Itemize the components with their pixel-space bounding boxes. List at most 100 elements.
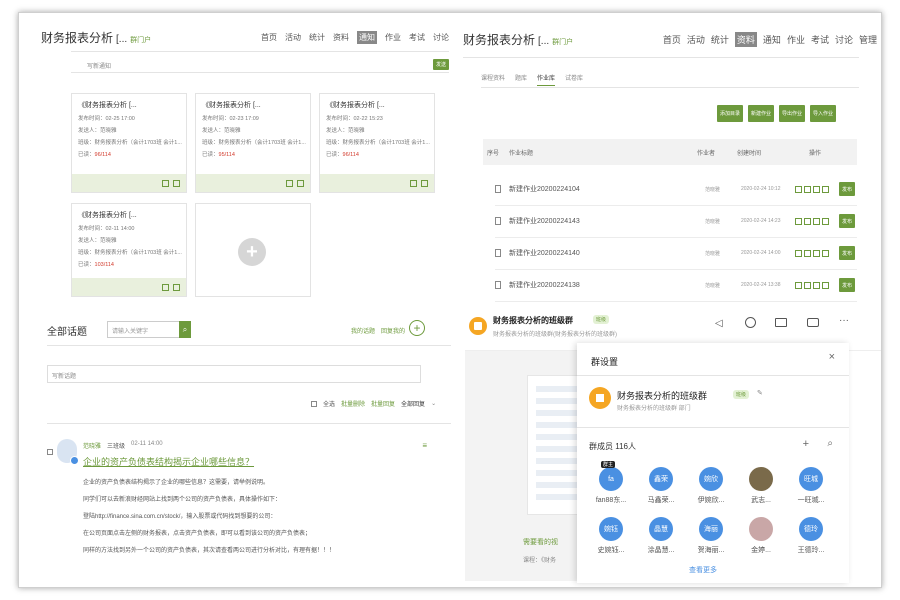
search-members-icon[interactable]: ⌕ xyxy=(827,438,833,449)
share-icon[interactable] xyxy=(813,185,820,193)
megaphone-icon[interactable]: ◁ xyxy=(715,318,723,329)
delete-icon[interactable] xyxy=(173,283,180,291)
share-icon[interactable] xyxy=(813,281,820,289)
card-title[interactable]: 《财务报表分析 [... xyxy=(78,210,186,220)
member[interactable]: 武志... xyxy=(741,467,781,505)
nav-item[interactable]: 通知 xyxy=(357,30,377,44)
all-replies-dropdown[interactable]: 全部回复 xyxy=(401,399,425,408)
delete-icon[interactable] xyxy=(297,179,304,187)
row-title[interactable]: 新建作业20200224140 xyxy=(509,248,705,258)
select-all-checkbox[interactable] xyxy=(311,400,317,407)
camera-icon[interactable] xyxy=(807,318,819,327)
add-topic-icon[interactable]: + xyxy=(409,320,425,336)
post-checkbox[interactable] xyxy=(47,449,53,455)
edit-icon[interactable] xyxy=(795,249,802,257)
post-author[interactable]: 范晓雅 xyxy=(83,441,101,450)
subtab[interactable]: 题库 xyxy=(515,73,527,86)
member[interactable]: 婉欣 伊婉欣... xyxy=(691,467,731,505)
copy-icon[interactable] xyxy=(804,185,811,193)
action-button[interactable]: 导出作业 xyxy=(779,105,805,122)
nav-item[interactable]: 资料 xyxy=(734,31,757,47)
subtab[interactable]: 作业库 xyxy=(537,73,556,86)
nav-item[interactable]: 讨论 xyxy=(835,33,853,46)
publish-button[interactable]: 发布 xyxy=(839,278,855,292)
right-crumb[interactable]: 群门户 xyxy=(552,37,573,47)
nav-item[interactable]: 首页 xyxy=(261,32,277,43)
action-button[interactable]: 添加目录 xyxy=(717,105,743,122)
nav-item[interactable]: 活动 xyxy=(687,33,705,46)
copy-icon[interactable] xyxy=(804,281,811,289)
copy-icon[interactable] xyxy=(804,217,811,225)
card-title[interactable]: 《财务报表分析 [... xyxy=(202,100,310,110)
my-topics-link[interactable]: 我的话题 xyxy=(351,326,375,335)
batch-delete-link[interactable]: 批量删除 xyxy=(341,399,365,408)
nav-item[interactable]: 考试 xyxy=(409,32,425,43)
nav-item[interactable]: 资料 xyxy=(333,32,349,43)
edit-icon[interactable] xyxy=(162,283,169,291)
notice-card[interactable]: 《财务报表分析 [... 发布时间：02-25 17:00 发送人：范晓雅 班级：财务… xyxy=(71,93,187,193)
delete-icon[interactable] xyxy=(173,179,180,187)
nav-item[interactable]: 讨论 xyxy=(433,32,449,43)
edit-icon[interactable] xyxy=(162,179,169,187)
post-title[interactable]: 企业的资产负债表结构揭示企业哪些信息？ xyxy=(83,455,254,468)
nav-item[interactable]: 活动 xyxy=(285,32,301,43)
add-member-icon[interactable]: + xyxy=(803,438,809,450)
edit-icon[interactable] xyxy=(410,179,417,187)
batch-reply-link[interactable]: 批量回复 xyxy=(371,399,395,408)
nav-item[interactable]: 统计 xyxy=(711,33,729,46)
nav-item[interactable]: 考试 xyxy=(811,33,829,46)
more-icon[interactable]: ··· xyxy=(839,315,849,326)
member[interactable]: 鑫荣 马鑫荣... xyxy=(641,467,681,505)
copy-icon[interactable] xyxy=(804,249,811,257)
folder-icon[interactable] xyxy=(775,318,787,327)
subtab[interactable]: 试卷库 xyxy=(565,73,583,86)
chevron-down-icon[interactable]: ⌄ xyxy=(431,400,436,407)
delete-icon[interactable] xyxy=(822,249,829,257)
member[interactable]: 晶慧 涂晶慧... xyxy=(641,517,681,555)
nav-item[interactable]: 通知 xyxy=(763,33,781,46)
nav-item[interactable]: 作业 xyxy=(385,32,401,43)
notice-send-button[interactable]: 发送 xyxy=(433,59,449,70)
row-title[interactable]: 新建作业20200224138 xyxy=(509,280,705,290)
notice-card[interactable]: 《财务报表分析 [... 发布时间：02-22 15:23 发送人：范晓雅 班级：财务… xyxy=(319,93,435,193)
row-title[interactable]: 新建作业20200224104 xyxy=(509,184,705,194)
add-notice-card[interactable]: + xyxy=(195,203,311,297)
edit-icon[interactable] xyxy=(286,179,293,187)
reply-me-link[interactable]: 回复我的 xyxy=(381,326,405,335)
delete-icon[interactable] xyxy=(421,179,428,187)
publish-button[interactable]: 发布 xyxy=(839,214,855,228)
view-more-link[interactable]: 查看更多 xyxy=(689,565,717,575)
member[interactable]: 海丽 贺海丽... xyxy=(691,517,731,555)
member[interactable]: 旺城 一旺城... xyxy=(791,467,831,505)
edit-icon[interactable]: ✎ xyxy=(757,389,763,397)
left-crumb[interactable]: 群门户 xyxy=(130,35,151,45)
nav-item[interactable]: 统计 xyxy=(309,32,325,43)
delete-icon[interactable] xyxy=(822,185,829,193)
edit-icon[interactable] xyxy=(795,217,802,225)
member[interactable]: 金婷... xyxy=(741,517,781,555)
delete-icon[interactable] xyxy=(822,217,829,225)
new-topic-input[interactable]: 写新话题 xyxy=(52,371,76,380)
close-icon[interactable]: × xyxy=(829,351,835,363)
select-all-label[interactable]: 全选 xyxy=(323,399,335,408)
nav-item[interactable]: 作业 xyxy=(787,33,805,46)
publish-button[interactable]: 发布 xyxy=(839,182,855,196)
nav-item[interactable]: 首页 xyxy=(663,33,681,46)
card-title[interactable]: 《财务报表分析 [... xyxy=(78,100,186,110)
row-title[interactable]: 新建作业20200224143 xyxy=(509,216,705,226)
delete-icon[interactable] xyxy=(822,281,829,289)
search-icon[interactable]: ⌕ xyxy=(179,321,191,338)
share-icon[interactable] xyxy=(813,249,820,257)
notice-input[interactable]: 写新通知 xyxy=(87,61,111,70)
notice-card[interactable]: 《财务报表分析 [... 发布时间：02-11 14:00 发送人：范晓雅 班级：财务… xyxy=(71,203,187,297)
edit-icon[interactable] xyxy=(795,185,802,193)
action-button[interactable]: 新建作业 xyxy=(748,105,774,122)
menu-icon[interactable]: ≡ xyxy=(422,441,427,450)
member[interactable]: fa 群主 fan88东... xyxy=(591,461,631,505)
publish-button[interactable]: 发布 xyxy=(839,246,855,260)
edit-icon[interactable] xyxy=(795,281,802,289)
subtab[interactable]: 课程资料 xyxy=(481,73,505,86)
topic-search-input[interactable]: 请输入关键字 xyxy=(112,326,148,335)
member[interactable]: 婉钰 史婉钰... xyxy=(591,517,631,555)
notice-card[interactable]: 《财务报表分析 [... 发布时间：02-23 17:09 发送人：范晓雅 班级：财务… xyxy=(195,93,311,193)
